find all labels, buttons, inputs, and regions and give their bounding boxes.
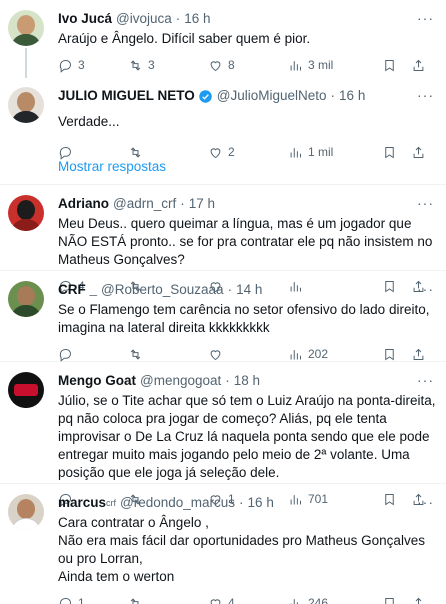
tweet-text: Meu Deus.. quero queimar a língua, mas é…	[58, 216, 433, 267]
tweet-text: Júlio, se o Tite achar que só tem o Luiz…	[58, 393, 436, 480]
retweet-icon	[130, 597, 139, 604]
avatar[interactable]	[8, 195, 44, 231]
tweet-adriano[interactable]: Adriano @adrn_crf · 17 h ··· Meu Deus.. …	[0, 185, 446, 294]
views-button[interactable]: 202	[288, 347, 378, 362]
heart-icon	[210, 60, 221, 71]
author-handle[interactable]: @mengogoat	[140, 372, 221, 390]
retweet-button[interactable]	[128, 347, 208, 362]
verified-badge-icon	[199, 89, 212, 103]
avatar[interactable]	[8, 281, 44, 317]
tweet-marcus[interactable]: marcus crf @redondo_marcus · 16 h ··· Ca…	[0, 484, 446, 604]
retweet-button[interactable]: 3	[128, 58, 208, 73]
like-button[interactable]: 8	[208, 58, 288, 73]
avatar[interactable]	[8, 10, 44, 46]
reply-icon	[59, 146, 71, 160]
reply-icon	[59, 59, 71, 73]
author-handle[interactable]: @adrn_crf	[113, 195, 176, 213]
view-count: 1 mil	[308, 145, 334, 159]
more-options-icon[interactable]: ···	[417, 87, 434, 103]
avatar[interactable]	[8, 494, 44, 530]
action-bar: 1 4 246	[58, 586, 436, 604]
views-icon	[290, 349, 301, 359]
tweet-text: Se o Flamengo tem carência no setor ofen…	[58, 302, 430, 335]
views-button[interactable]: 3 mil	[288, 58, 378, 73]
author-handle[interactable]: @Roberto_Souzaaa	[101, 281, 224, 299]
timestamp[interactable]: 16 h	[339, 87, 365, 105]
avatar[interactable]	[8, 87, 44, 123]
timestamp[interactable]: 17 h	[189, 195, 215, 213]
like-button[interactable]: 2	[208, 145, 288, 160]
reply-button[interactable]: 1	[58, 596, 128, 604]
reply-icon	[59, 597, 71, 604]
retweet-count: 3	[148, 58, 155, 72]
author-name[interactable]: Adriano	[58, 195, 109, 213]
share-icon[interactable]	[411, 145, 426, 160]
share-icon[interactable]	[411, 347, 426, 362]
heart-icon	[210, 349, 221, 360]
views-button[interactable]: 246	[288, 596, 378, 604]
reply-button[interactable]	[58, 145, 128, 160]
bookmark-icon[interactable]	[382, 596, 397, 604]
heart-icon	[210, 598, 221, 604]
timestamp[interactable]: 18 h	[234, 372, 260, 390]
tweet-ivo[interactable]: Ivo Jucá @ivojuca · 16 h ··· Araújo e Ân…	[0, 0, 446, 78]
action-bar: 2 1 mil	[58, 135, 436, 169]
like-count: 4	[228, 596, 235, 604]
author-handle[interactable]: @JulioMiguelNeto	[217, 87, 327, 105]
like-button[interactable]: 4	[208, 596, 288, 604]
more-options-icon[interactable]: ···	[417, 195, 434, 211]
view-count: 202	[308, 347, 329, 361]
tweet-text: Verdade...	[58, 114, 120, 129]
author-handle[interactable]: @redondo_marcus	[120, 494, 235, 512]
like-count: 2	[228, 145, 235, 159]
views-icon	[290, 147, 301, 157]
retweet-button[interactable]	[128, 596, 208, 604]
name-suffix: crf	[106, 498, 117, 508]
like-button[interactable]	[208, 347, 288, 362]
tweet-text: Cara contratar o Ângelo , Não era mais f…	[58, 515, 425, 584]
share-icon[interactable]	[411, 58, 426, 73]
author-name[interactable]: Ivo Jucá	[58, 10, 112, 28]
bookmark-icon[interactable]	[382, 145, 397, 160]
author-handle[interactable]: @ivojuca	[116, 10, 172, 28]
thread-line	[25, 48, 27, 78]
retweet-icon	[130, 59, 141, 71]
more-options-icon[interactable]: ···	[417, 372, 434, 388]
retweet-button[interactable]	[128, 145, 208, 160]
reply-count: 1	[78, 596, 85, 604]
more-options-icon[interactable]: ···	[417, 10, 434, 26]
like-count: 8	[228, 58, 235, 72]
author-name[interactable]: Mengo Goat	[58, 372, 136, 390]
reply-icon	[59, 348, 71, 362]
views-icon	[290, 60, 301, 70]
tweet-mengo-goat[interactable]: Mengo Goat @mengogoat · 18 h ··· Júlio, …	[0, 362, 446, 507]
reply-feed: Ivo Jucá @ivojuca · 16 h ··· Araújo e Ân…	[0, 0, 446, 604]
more-options-icon[interactable]: ···	[417, 281, 434, 297]
timestamp[interactable]: 16 h	[184, 10, 210, 28]
views-button[interactable]: 1 mil	[288, 145, 378, 160]
timestamp[interactable]: 16 h	[248, 494, 274, 512]
avatar[interactable]	[8, 372, 44, 408]
reply-button[interactable]: 3	[58, 58, 128, 73]
tweet-julio[interactable]: JULIO MIGUEL NETO @JulioMiguelNeto · 16 …	[0, 77, 446, 160]
tweet-text: Araújo e Ângelo. Difícil saber quem é pi…	[58, 31, 311, 46]
tweet-crf[interactable]: CRF _ @Roberto_Souzaaa · 14 h ··· Se o F…	[0, 271, 446, 362]
author-name[interactable]: marcus	[58, 494, 106, 512]
author-name[interactable]: CRF _	[58, 281, 97, 299]
share-icon[interactable]	[411, 596, 426, 604]
more-options-icon[interactable]: ···	[417, 494, 434, 510]
bookmark-icon[interactable]	[382, 58, 397, 73]
views-icon	[290, 598, 298, 604]
reply-button[interactable]	[58, 347, 128, 362]
reply-count: 3	[78, 58, 85, 72]
view-count: 246	[308, 596, 329, 604]
retweet-icon	[130, 348, 141, 360]
view-count: 3 mil	[308, 58, 334, 72]
retweet-icon	[130, 146, 141, 158]
bookmark-icon[interactable]	[382, 347, 397, 362]
timestamp[interactable]: 14 h	[236, 281, 262, 299]
heart-icon	[210, 147, 221, 158]
author-name[interactable]: JULIO MIGUEL NETO	[58, 87, 195, 105]
